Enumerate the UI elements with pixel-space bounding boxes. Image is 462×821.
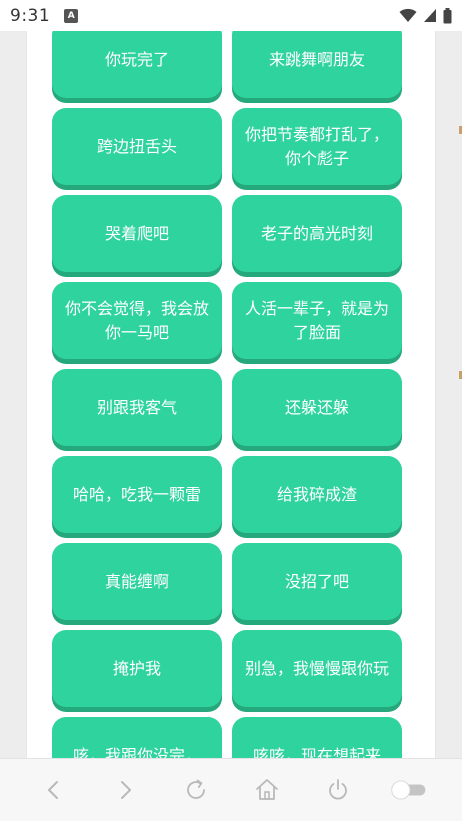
navigation-bar: [0, 758, 462, 821]
phrase-button[interactable]: 还躲还躲: [232, 369, 402, 446]
phrase-button[interactable]: 咳，我跟你没完，: [52, 717, 222, 758]
toggle-switch[interactable]: [389, 770, 429, 810]
phrase-button[interactable]: 老子的高光时刻: [232, 195, 402, 272]
phrase-button[interactable]: 来跳舞啊朋友: [232, 31, 402, 98]
phrase-button[interactable]: 真能缠啊: [52, 543, 222, 620]
phrase-button[interactable]: 咳咳，现在想起来: [232, 717, 402, 758]
phrase-button[interactable]: 跨边扭舌头: [52, 108, 222, 185]
forward-icon: [120, 781, 131, 799]
phrase-button[interactable]: 没招了吧: [232, 543, 402, 620]
phrase-button[interactable]: 掩护我: [52, 630, 222, 707]
toggle-icon: [390, 780, 425, 800]
home-button[interactable]: [247, 770, 287, 810]
phrase-button[interactable]: 别跟我客气: [52, 369, 222, 446]
power-icon: [328, 779, 347, 800]
refresh-button[interactable]: [176, 770, 216, 810]
status-time: 9:31: [10, 5, 51, 26]
home-icon: [255, 779, 278, 800]
back-icon: [47, 781, 58, 799]
status-icons: [399, 7, 452, 24]
phrase-button[interactable]: 人活一辈子，就是为了脸面: [232, 282, 402, 359]
content-area[interactable]: 你玩完了 来跳舞啊朋友 跨边扭舌头 你把节奏都打乱了，你个彪子 哭着爬吧 老子的…: [0, 31, 462, 758]
power-button[interactable]: [318, 770, 358, 810]
back-button[interactable]: [34, 770, 74, 810]
phrase-button[interactable]: 你玩完了: [52, 31, 222, 98]
forward-button[interactable]: [105, 770, 145, 810]
signal-icon: [424, 9, 436, 22]
phrase-button[interactable]: 你把节奏都打乱了，你个彪子: [232, 108, 402, 185]
status-bar: 9:31 A: [0, 0, 462, 31]
refresh-icon: [186, 779, 205, 799]
phrase-button[interactable]: 哈哈，吃我一颗雷: [52, 456, 222, 533]
notification-icon: A: [64, 8, 79, 23]
phrase-button[interactable]: 给我碎成渣: [232, 456, 402, 533]
phrase-button[interactable]: 你不会觉得，我会放你一马吧: [52, 282, 222, 359]
wifi-icon: [399, 8, 417, 22]
phrase-panel: 你玩完了 来跳舞啊朋友 跨边扭舌头 你把节奏都打乱了，你个彪子 哭着爬吧 老子的…: [26, 31, 436, 758]
phrase-button[interactable]: 别急，我慢慢跟你玩: [232, 630, 402, 707]
phrase-button[interactable]: 哭着爬吧: [52, 195, 222, 272]
phrase-grid: 你玩完了 来跳舞啊朋友 跨边扭舌头 你把节奏都打乱了，你个彪子 哭着爬吧 老子的…: [52, 31, 402, 758]
battery-icon: [443, 7, 452, 23]
